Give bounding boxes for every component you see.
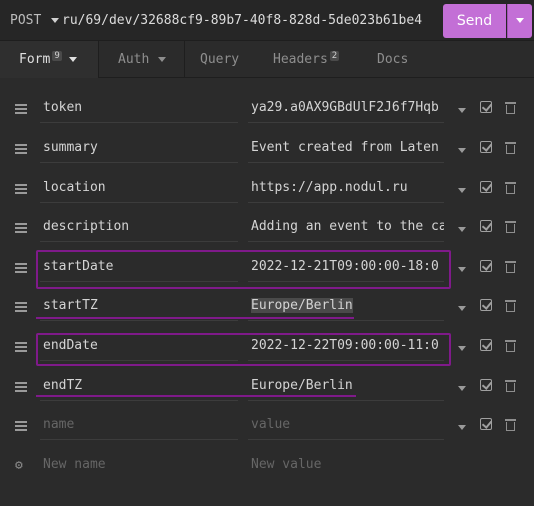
param-type-dropdown-icon[interactable] (458, 346, 466, 351)
param-name-input[interactable]: token (40, 97, 238, 123)
param-row-new: ⚙ New name New value (0, 447, 534, 487)
new-param-name-input[interactable]: New name (40, 454, 238, 480)
param-type-dropdown-icon[interactable] (458, 306, 466, 311)
checkbox-icon[interactable] (480, 379, 492, 391)
chevron-down-icon (158, 57, 167, 62)
param-value-input[interactable]: 2022-12-21T09:00:00-18:0 (248, 256, 444, 282)
trash-icon[interactable] (505, 221, 516, 233)
param-value-input[interactable]: Europe/Berlin (248, 295, 444, 321)
trash-icon[interactable] (505, 261, 516, 273)
url-input[interactable]: ru/69/dev/32688cf9-89b7-40f8-828d-5de023… (62, 13, 434, 28)
tab-form-badge: 9 (52, 50, 62, 61)
chevron-down-icon (68, 57, 77, 62)
param-type-dropdown-icon[interactable] (458, 188, 466, 193)
param-name-input[interactable]: name (40, 414, 238, 440)
param-name-input[interactable]: startDate (40, 256, 238, 282)
param-value-input[interactable]: Event created from Laten (248, 137, 444, 163)
drag-handle-icon[interactable] (15, 263, 27, 273)
tab-docs-label: Docs (377, 52, 409, 67)
param-name-input[interactable]: endDate (40, 335, 238, 361)
param-type-dropdown-icon[interactable] (458, 148, 466, 153)
drag-handle-icon[interactable] (15, 302, 27, 312)
tab-auth[interactable]: Auth (99, 41, 185, 78)
param-row: location https://app.nodul.ru (0, 170, 534, 210)
checkbox-icon[interactable] (480, 101, 492, 113)
tab-headers-label: Headers (273, 52, 328, 67)
param-name-input[interactable]: description (40, 216, 238, 242)
param-type-dropdown-icon[interactable] (458, 267, 466, 272)
checkbox-icon[interactable] (480, 299, 492, 311)
trash-icon[interactable] (505, 419, 516, 431)
param-type-dropdown-icon[interactable] (458, 108, 466, 113)
trash-icon[interactable] (505, 182, 516, 194)
param-row: token ya29.a0AX9GBdUlF2J6f7Hqb (0, 90, 534, 130)
param-type-dropdown-icon[interactable] (458, 227, 466, 232)
send-options-dropdown[interactable] (507, 4, 532, 38)
param-type-dropdown-icon[interactable] (458, 425, 466, 430)
checkbox-icon[interactable] (480, 339, 492, 351)
param-name-input[interactable]: endTZ (40, 375, 238, 401)
drag-handle-icon[interactable] (15, 144, 27, 154)
tab-headers[interactable]: Headers 2 (273, 41, 363, 78)
method-dropdown-icon[interactable] (51, 18, 59, 23)
param-value-input[interactable]: Europe/Berlin (248, 375, 444, 401)
drag-handle-icon[interactable] (15, 104, 27, 114)
param-value-input[interactable]: https://app.nodul.ru (248, 177, 444, 203)
param-row: endTZ Europe/Berlin (0, 368, 534, 408)
drag-handle-icon[interactable] (15, 223, 27, 233)
checkbox-icon[interactable] (480, 141, 492, 153)
param-name-input[interactable]: location (40, 177, 238, 203)
param-row: endDate 2022-12-22T09:00:00-11:0 (0, 328, 534, 368)
param-value-input[interactable]: value (248, 414, 444, 440)
url-bar: POST ru/69/dev/32688cf9-89b7-40f8-828d-5… (0, 0, 534, 41)
tab-auth-label: Auth (118, 52, 150, 67)
tab-form-label: Form (19, 52, 51, 67)
param-row-empty: name value (0, 407, 534, 447)
param-value-input[interactable]: Adding an event to the ca (248, 216, 444, 242)
selected-text: Europe/Berlin (251, 298, 353, 313)
trash-icon[interactable] (505, 102, 516, 114)
request-tabs: Form 9 Auth Query Headers 2 Docs (0, 41, 534, 78)
param-row: startTZ Europe/Berlin (0, 288, 534, 328)
drag-handle-icon[interactable] (15, 421, 27, 431)
param-name-input[interactable]: summary (40, 137, 238, 163)
tab-form[interactable]: Form 9 (0, 41, 99, 78)
param-value-input[interactable]: 2022-12-22T09:00:00-11:0 (248, 335, 444, 361)
drag-handle-icon[interactable] (15, 342, 27, 352)
trash-icon[interactable] (505, 300, 516, 312)
drag-handle-icon[interactable] (15, 382, 27, 392)
param-type-dropdown-icon[interactable] (458, 386, 466, 391)
tab-docs[interactable]: Docs (377, 41, 427, 78)
param-name-input[interactable]: startTZ (40, 295, 238, 321)
trash-icon[interactable] (505, 142, 516, 154)
tab-query[interactable]: Query (200, 41, 260, 78)
gear-icon: ⚙ (15, 458, 23, 473)
param-value-input[interactable]: ya29.a0AX9GBdUlF2J6f7Hqb (248, 97, 444, 123)
checkbox-icon[interactable] (480, 220, 492, 232)
param-row: description Adding an event to the ca (0, 209, 534, 249)
method-selector[interactable]: POST (10, 13, 41, 28)
tab-query-label: Query (200, 52, 240, 67)
param-row: summary Event created from Laten (0, 130, 534, 170)
trash-icon[interactable] (505, 380, 516, 392)
checkbox-icon[interactable] (480, 418, 492, 430)
param-row: startDate 2022-12-21T09:00:00-18:0 (0, 249, 534, 289)
trash-icon[interactable] (505, 340, 516, 352)
send-button[interactable]: Send (443, 4, 506, 38)
checkbox-icon[interactable] (480, 181, 492, 193)
drag-handle-icon[interactable] (15, 184, 27, 194)
tab-headers-badge: 2 (329, 50, 340, 61)
new-param-value-input[interactable]: New value (248, 454, 444, 480)
checkbox-icon[interactable] (480, 260, 492, 272)
